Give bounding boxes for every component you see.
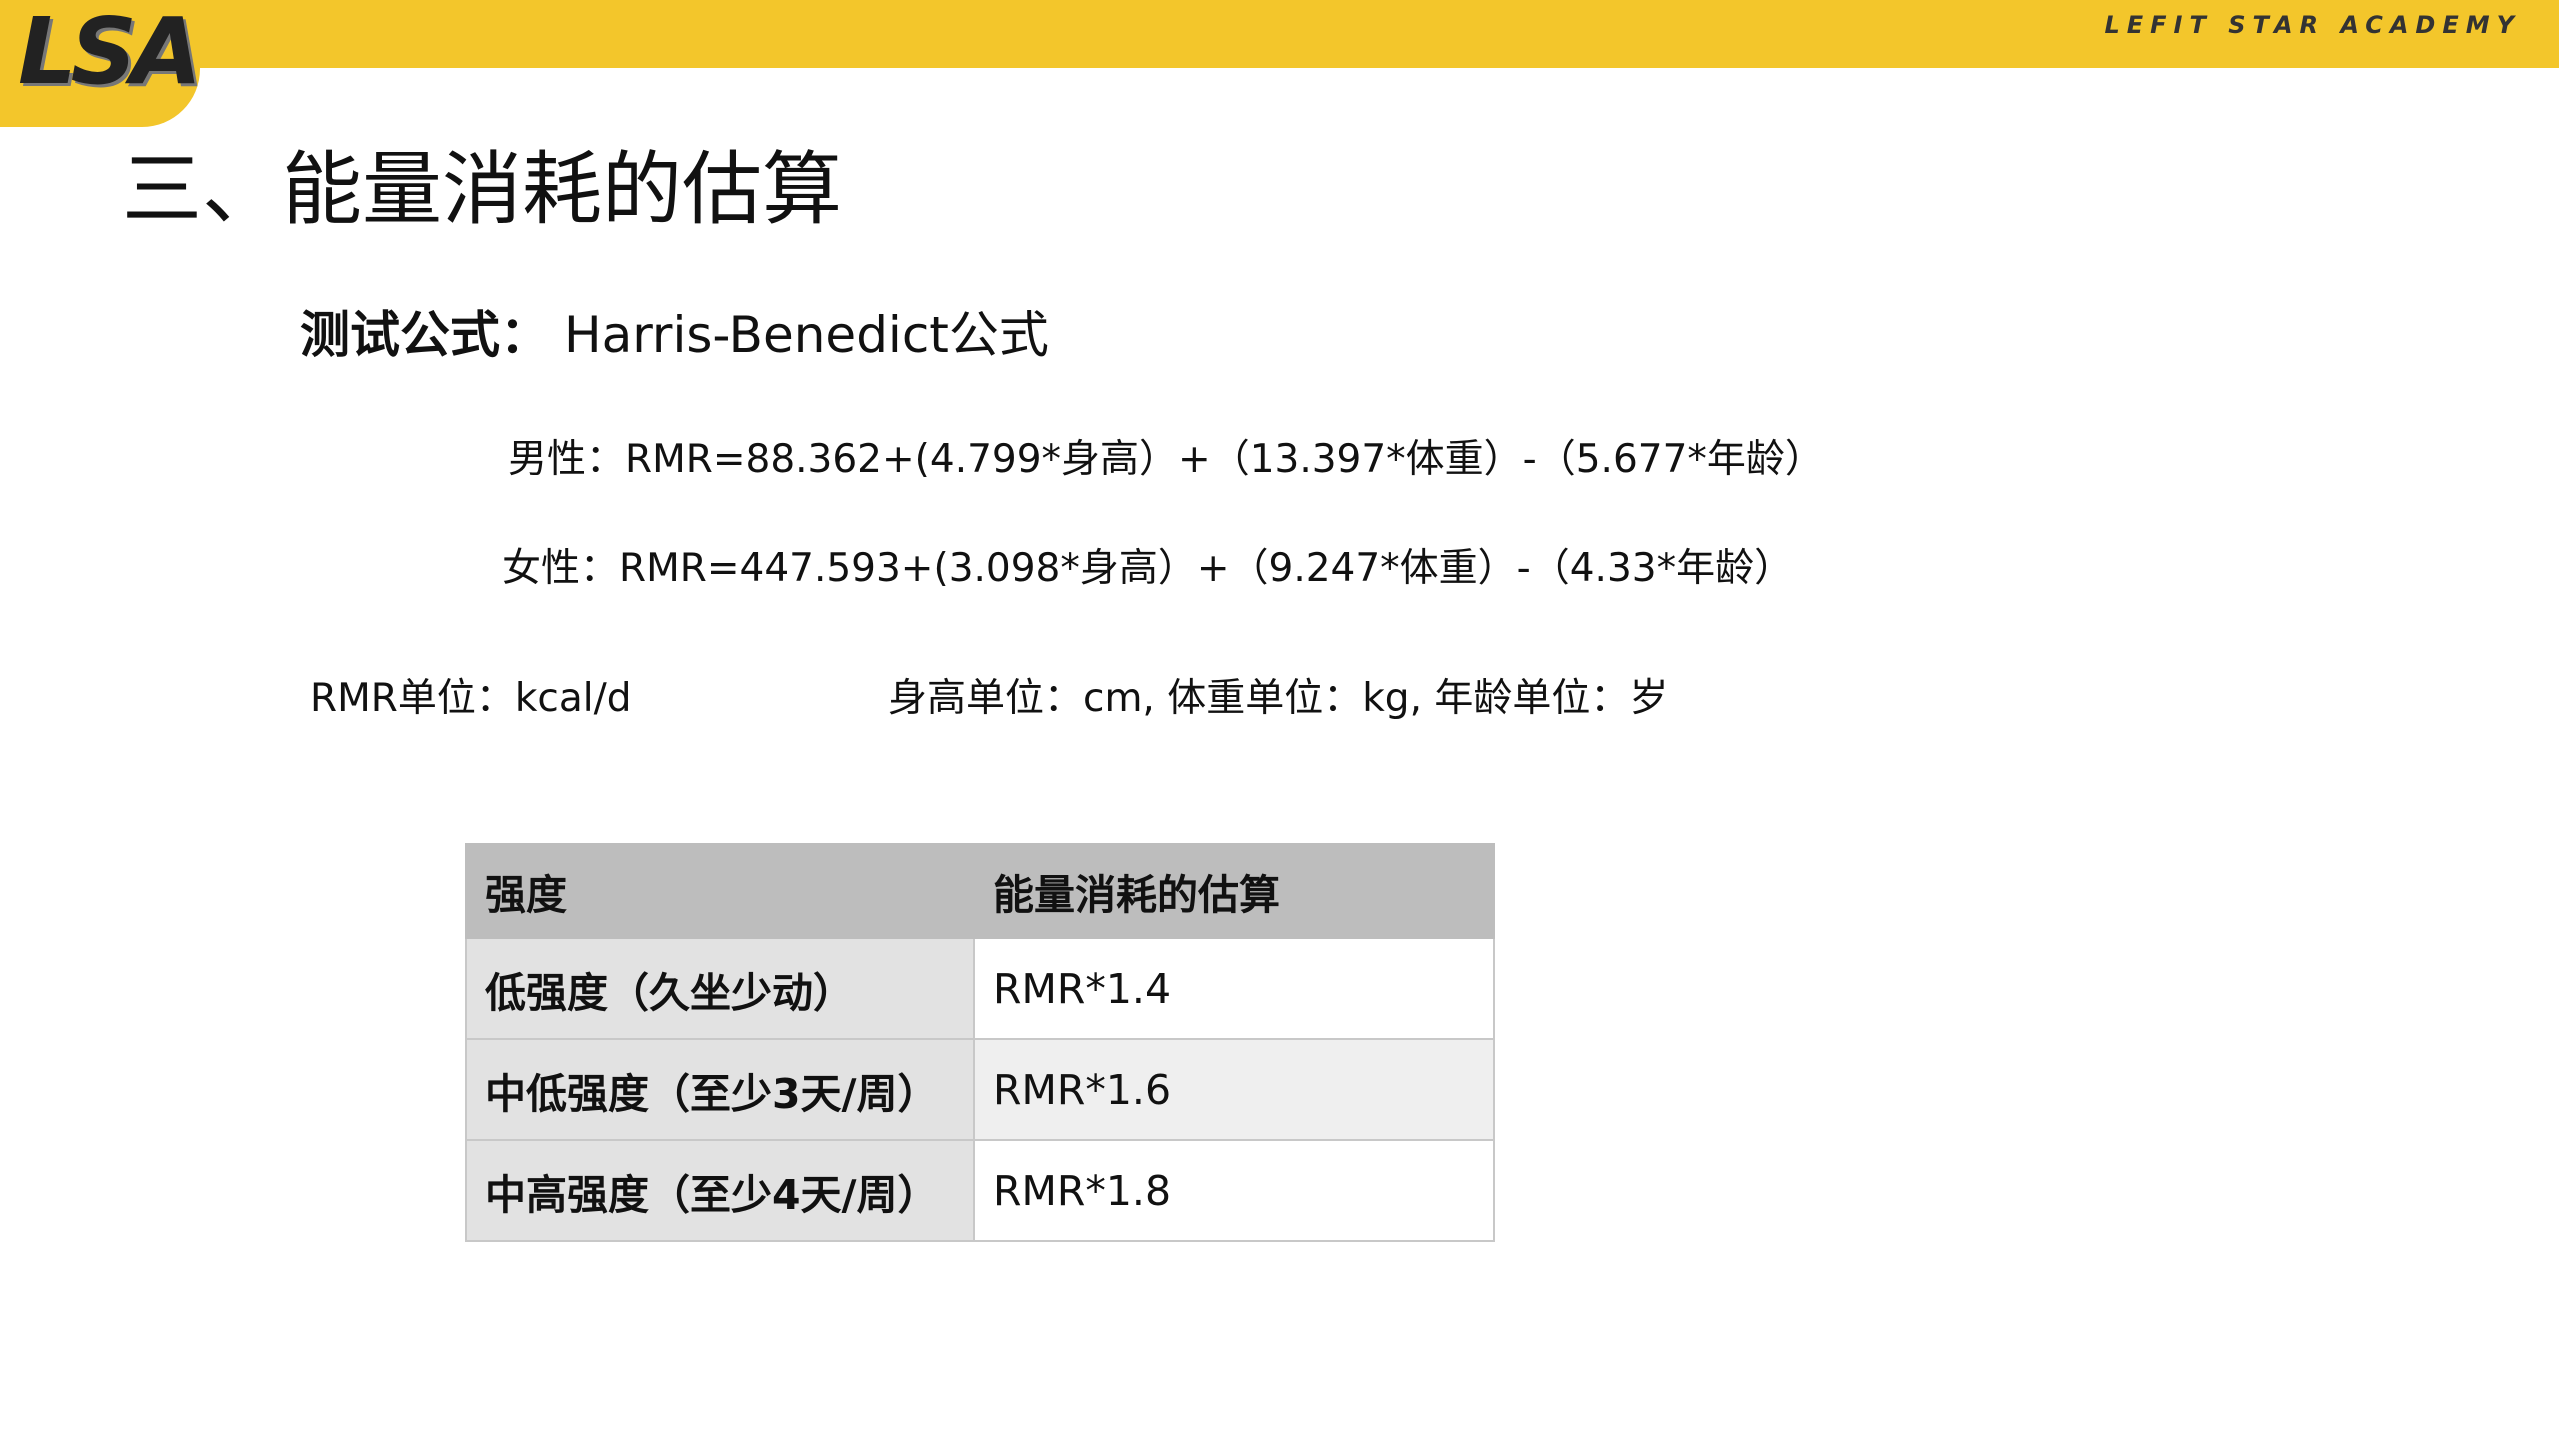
header-intensity: 强度 (465, 843, 975, 939)
row-energy-value: RMR*1.4 (973, 937, 1495, 1040)
slide: LSA LEFIT STAR ACADEMY 三、能量消耗的估算 测试公式： Ha… (0, 0, 2559, 1439)
table-row: 中低强度（至少3天/周） RMR*1.6 (465, 1038, 1495, 1141)
rmr-unit: RMR单位：kcal/d (310, 676, 632, 721)
row-energy-value: RMR*1.8 (973, 1139, 1495, 1242)
table-header-row: 强度 能量消耗的估算 (465, 843, 1495, 939)
row-intensity-level: 低强度（久坐少动） (465, 937, 975, 1040)
table-row: 中高强度（至少4天/周） RMR*1.8 (465, 1139, 1495, 1242)
row-intensity-level: 中低强度（至少3天/周） (465, 1038, 975, 1141)
formula-heading: 测试公式： Harris-Benedict公式 (300, 300, 1049, 370)
body-units: 身高单位：cm, 体重单位：kg, 年龄单位：岁 (888, 676, 1669, 721)
intensity-table: 强度 能量消耗的估算 低强度（久坐少动） RMR*1.4 中低强度（至少3天/周… (465, 843, 1495, 1242)
logo: LSA (18, 0, 202, 105)
row-intensity-level: 中高强度（至少4天/周） (465, 1139, 975, 1242)
brand-name: LEFIT STAR ACADEMY (2104, 11, 2521, 39)
header-energy-estimate: 能量消耗的估算 (973, 843, 1495, 939)
logo-tab: LSA (0, 0, 202, 127)
formula-name: Harris-Benedict公式 (564, 306, 1049, 364)
formula-label: 测试公式： (300, 306, 550, 364)
row-energy-value: RMR*1.6 (973, 1038, 1495, 1141)
page-title: 三、能量消耗的估算 (122, 143, 842, 236)
table-row: 低强度（久坐少动） RMR*1.4 (465, 937, 1495, 1040)
female-formula: 女性：RMR=447.593+(3.098*身高）+（9.247*体重）-（4.… (502, 546, 1794, 591)
male-formula: 男性：RMR=88.362+(4.799*身高）+（13.397*体重）-（5.… (508, 437, 1824, 482)
